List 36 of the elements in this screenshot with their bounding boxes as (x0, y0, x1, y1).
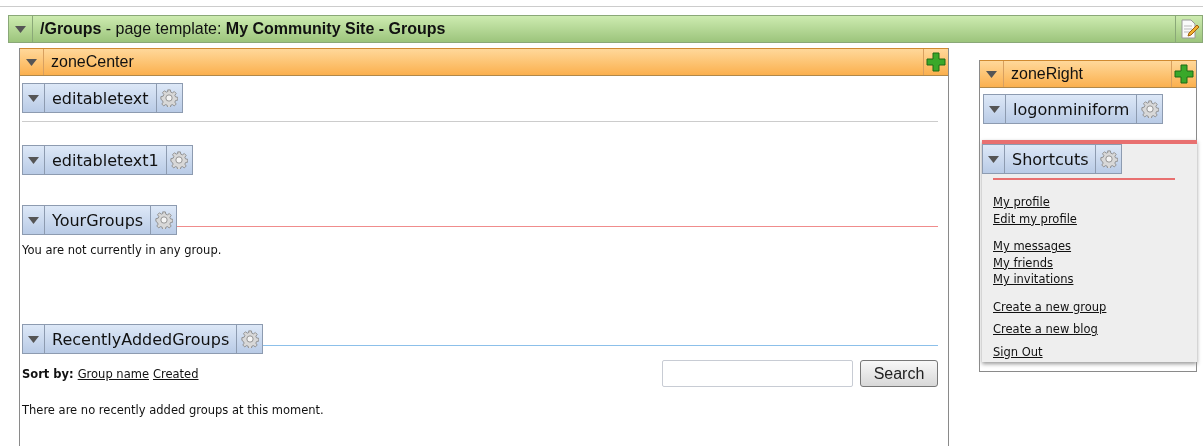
caret-icon[interactable] (28, 156, 39, 164)
caret-icon[interactable] (15, 25, 26, 33)
gear-icon[interactable] (170, 151, 189, 169)
caret-icon[interactable] (26, 58, 37, 66)
gear-icon[interactable] (1140, 100, 1159, 118)
gear-icon[interactable] (160, 89, 179, 107)
shortcut-link[interactable]: My friends (993, 254, 1053, 271)
gear-icon[interactable] (154, 211, 173, 229)
add-icon[interactable] (1174, 64, 1194, 84)
shortcut-link[interactable]: Create a new group (993, 298, 1107, 315)
shortcut-link[interactable]: My profile (993, 194, 1050, 211)
caret-icon[interactable] (986, 70, 997, 78)
sort-link[interactable]: Group name (77, 366, 149, 381)
caret-icon[interactable] (28, 94, 39, 102)
add-icon[interactable] (926, 52, 946, 72)
shortcut-link[interactable]: Edit my profile (993, 210, 1077, 227)
page-title: /Groups - page template: My Community Site - Groups (39, 20, 447, 38)
gear-icon[interactable] (1100, 150, 1118, 168)
sort-label: Sort by: (22, 366, 74, 381)
edit-document-icon[interactable] (1179, 19, 1199, 39)
shortcut-link[interactable]: Create a new blog (993, 321, 1098, 338)
caret-icon[interactable] (28, 335, 39, 343)
empty-message: You are not currently in any group. (22, 243, 223, 257)
caret-icon[interactable] (988, 155, 999, 163)
caret-icon[interactable] (989, 105, 1000, 113)
zone-title: zoneCenter (50, 53, 135, 71)
zone-title: zoneRight (1010, 65, 1085, 83)
sort-link[interactable]: Created (152, 366, 199, 381)
gear-icon[interactable] (240, 330, 259, 348)
search-button[interactable]: Search (860, 360, 938, 387)
caret-icon[interactable] (28, 216, 39, 224)
search-field[interactable] (662, 360, 853, 387)
empty-message: There are no recently added groups at this moment. (22, 403, 325, 417)
shortcut-link[interactable]: Sign Out (993, 343, 1043, 360)
shortcut-link[interactable]: My invitations (993, 271, 1074, 288)
shortcut-link[interactable]: My messages (993, 238, 1072, 255)
